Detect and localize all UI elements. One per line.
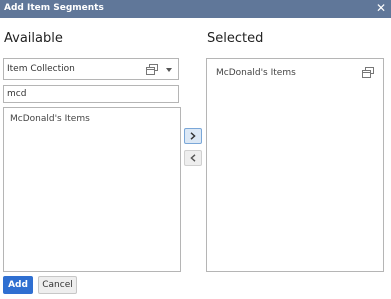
- add-button[interactable]: Add: [3, 276, 33, 294]
- move-left-button[interactable]: [184, 150, 202, 166]
- chevron-right-icon: [190, 132, 196, 140]
- available-list-item[interactable]: McDonald's Items: [10, 114, 90, 124]
- multi-window-icon[interactable]: [362, 67, 374, 78]
- available-list[interactable]: McDonald's Items: [3, 107, 181, 272]
- selected-heading: Selected: [207, 31, 264, 46]
- collection-select[interactable]: Item Collection: [3, 58, 179, 80]
- collection-select-value: Item Collection: [7, 64, 75, 74]
- move-right-button[interactable]: [184, 128, 202, 144]
- multi-window-icon: [146, 64, 158, 75]
- dialog-title: Add Item Segments: [4, 3, 104, 13]
- search-input[interactable]: [3, 85, 179, 103]
- selected-list[interactable]: McDonald's Items: [206, 58, 384, 272]
- available-heading: Available: [4, 31, 63, 46]
- caret-down-icon[interactable]: [166, 68, 172, 72]
- selected-list-item-label: McDonald's Items: [216, 68, 296, 78]
- cancel-button[interactable]: Cancel: [38, 276, 77, 294]
- close-icon[interactable]: ✕: [374, 1, 388, 16]
- chevron-left-icon: [190, 154, 196, 162]
- dialog-titlebar: Add Item Segments ✕: [0, 0, 391, 18]
